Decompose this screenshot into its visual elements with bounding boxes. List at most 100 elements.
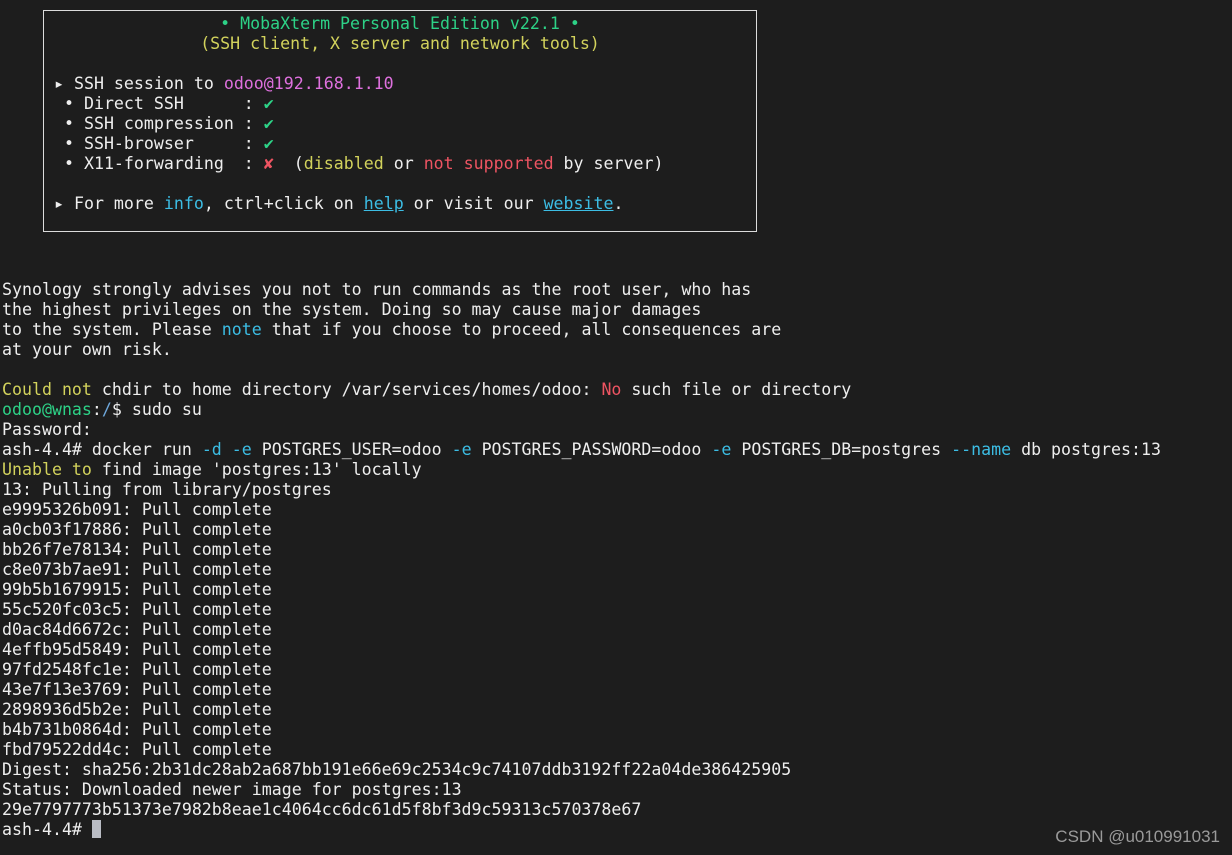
terminal-line: • X11-forwarding : ✘ (disabled or not su…: [44, 154, 756, 174]
note-text: note: [222, 320, 262, 339]
layer-pull-complete: d0ac84d6672c: Pull complete: [2, 620, 272, 639]
text-segment: POSTGRES_PASSWORD=odoo: [472, 440, 712, 459]
terminal-line: b4b731b0864d: Pull complete: [2, 720, 1232, 740]
layer-pull-complete: 2898936d5b2e: Pull complete: [2, 700, 272, 719]
text-segment: POSTGRES_DB=postgres: [731, 440, 951, 459]
terminal-line: 29e7797773b51373e7982b8eae1c4064cc6dc61d…: [2, 800, 1232, 820]
banner-subtitle: (SSH client, X server and network tools): [200, 34, 600, 53]
layer-pull-complete: b4b731b0864d: Pull complete: [2, 720, 272, 739]
terminal-line: Password:: [2, 420, 1232, 440]
terminal-line: ▸ SSH session to odoo@192.168.1.10: [44, 74, 756, 94]
text-segment: such file or directory: [621, 380, 851, 399]
info-text: info: [164, 194, 204, 213]
digest-line: Digest: sha256:2b31dc28ab2a687bb191e66e6…: [2, 760, 791, 779]
text-segment: (: [274, 154, 304, 173]
terminal-line: 43e7f13e3769: Pull complete: [2, 680, 1232, 700]
layer-pull-complete: 43e7f13e3769: Pull complete: [2, 680, 272, 699]
layer-pull-complete: 99b5b1679915: Pull complete: [2, 580, 272, 599]
warning-text: Synology strongly advises you not to run…: [2, 280, 751, 299]
terminal[interactable]: • MobaXterm Personal Edition v22.1 •(SSH…: [0, 0, 1232, 855]
container-id: 29e7797773b51373e7982b8eae1c4064cc6dc61d…: [2, 800, 641, 819]
terminal-cursor: [92, 820, 101, 838]
command-docker-run: ash-4.4# docker run: [2, 440, 202, 459]
terminal-line: ▸ For more info, ctrl+click on help or v…: [44, 194, 756, 214]
flag-name: --name: [951, 440, 1011, 459]
command-sudo-su: $ sudo su: [112, 400, 202, 419]
text-segment: [222, 440, 232, 459]
link-website[interactable]: website: [544, 194, 614, 213]
terminal-line: 2898936d5b2e: Pull complete: [2, 700, 1232, 720]
x11-not-supported-text: not supported: [424, 154, 554, 173]
flag-d: -d: [202, 440, 222, 459]
terminal-line: [2, 360, 1232, 380]
terminal-line: 97fd2548fc1e: Pull complete: [2, 660, 1232, 680]
text-segment: that if you choose to proceed, all conse…: [262, 320, 782, 339]
link-help[interactable]: help: [364, 194, 404, 213]
terminal-line: • SSH-browser : ✔: [44, 134, 756, 154]
prompt-user-host: odoo@wnas: [2, 400, 92, 419]
terminal-line: 99b5b1679915: Pull complete: [2, 580, 1232, 600]
text-segment: or: [384, 154, 424, 173]
text-segment: or visit our: [404, 194, 544, 213]
text-segment: :: [92, 400, 102, 419]
feature-direct-ssh: • Direct SSH :: [44, 94, 264, 113]
terminal-line: 13: Pulling from library/postgres: [2, 480, 1232, 500]
warning-text: to the system. Please: [2, 320, 222, 339]
status-line: Status: Downloaded newer image for postg…: [2, 780, 462, 799]
terminal-line: fbd79522dd4c: Pull complete: [2, 740, 1232, 760]
terminal-line: • MobaXterm Personal Edition v22.1 •: [44, 14, 756, 34]
terminal-line: ash-4.4# docker run -d -e POSTGRES_USER=…: [2, 440, 1232, 460]
watermark: CSDN @u010991031: [1055, 827, 1220, 847]
text-segment: POSTGRES_USER=odoo: [252, 440, 452, 459]
terminal-line: • Direct SSH : ✔: [44, 94, 756, 114]
terminal-line: 4effb95d5849: Pull complete: [2, 640, 1232, 660]
unable-to-text: Unable to: [2, 460, 92, 479]
more-info-label: ▸ For more: [44, 194, 164, 213]
terminal-output: Synology strongly advises you not to run…: [2, 280, 1232, 840]
text-segment: db postgres:13: [1011, 440, 1161, 459]
terminal-line: ash-4.4#: [2, 820, 1232, 840]
warning-text: at your own risk.: [2, 340, 172, 359]
text-segment: .: [614, 194, 624, 213]
check-icon: ✔: [264, 114, 274, 133]
terminal-line: Synology strongly advises you not to run…: [2, 280, 1232, 300]
pull-status: 13: Pulling from library/postgres: [2, 480, 332, 499]
terminal-line: a0cb03f17886: Pull complete: [2, 520, 1232, 540]
prompt-path: /: [102, 400, 112, 419]
text-segment: chdir to home directory /var/services/ho…: [92, 380, 602, 399]
flag-e: -e: [711, 440, 731, 459]
banner-box: • MobaXterm Personal Edition v22.1 •(SSH…: [43, 10, 757, 232]
error-no: No: [601, 380, 621, 399]
terminal-line: the highest privileges on the system. Do…: [2, 300, 1232, 320]
error-could-not: Could not: [2, 380, 92, 399]
text-segment: , ctrl+click on: [204, 194, 364, 213]
terminal-line: Digest: sha256:2b31dc28ab2a687bb191e66e6…: [2, 760, 1232, 780]
terminal-line: [44, 174, 756, 194]
flag-e: -e: [452, 440, 472, 459]
terminal-line: at your own risk.: [2, 340, 1232, 360]
x11-disabled-text: disabled: [304, 154, 384, 173]
terminal-line: Status: Downloaded newer image for postg…: [2, 780, 1232, 800]
terminal-line: Could not chdir to home directory /var/s…: [2, 380, 1232, 400]
banner-gap: [2, 232, 1232, 280]
terminal-line: c8e073b7ae91: Pull complete: [2, 560, 1232, 580]
password-prompt: Password:: [2, 420, 92, 439]
layer-pull-complete: 55c520fc03c5: Pull complete: [2, 600, 272, 619]
feature-x11-forwarding: • X11-forwarding :: [44, 154, 264, 173]
warning-text: the highest privileges on the system. Do…: [2, 300, 701, 319]
layer-pull-complete: bb26f7e78134: Pull complete: [2, 540, 272, 559]
terminal-line: odoo@wnas:/$ sudo su: [2, 400, 1232, 420]
terminal-line: (SSH client, X server and network tools): [44, 34, 756, 54]
cross-icon: ✘: [264, 154, 274, 173]
terminal-line: bb26f7e78134: Pull complete: [2, 540, 1232, 560]
layer-pull-complete: c8e073b7ae91: Pull complete: [2, 560, 272, 579]
terminal-line: e9995326b091: Pull complete: [2, 500, 1232, 520]
ssh-target: odoo@192.168.1.10: [224, 74, 394, 93]
feature-ssh-browser: • SSH-browser :: [44, 134, 264, 153]
check-icon: ✔: [264, 94, 274, 113]
terminal-line: 55c520fc03c5: Pull complete: [2, 600, 1232, 620]
ssh-session-label: ▸ SSH session to: [44, 74, 224, 93]
text-segment: by server): [554, 154, 664, 173]
terminal-line: • SSH compression : ✔: [44, 114, 756, 134]
terminal-line: to the system. Please note that if you c…: [2, 320, 1232, 340]
